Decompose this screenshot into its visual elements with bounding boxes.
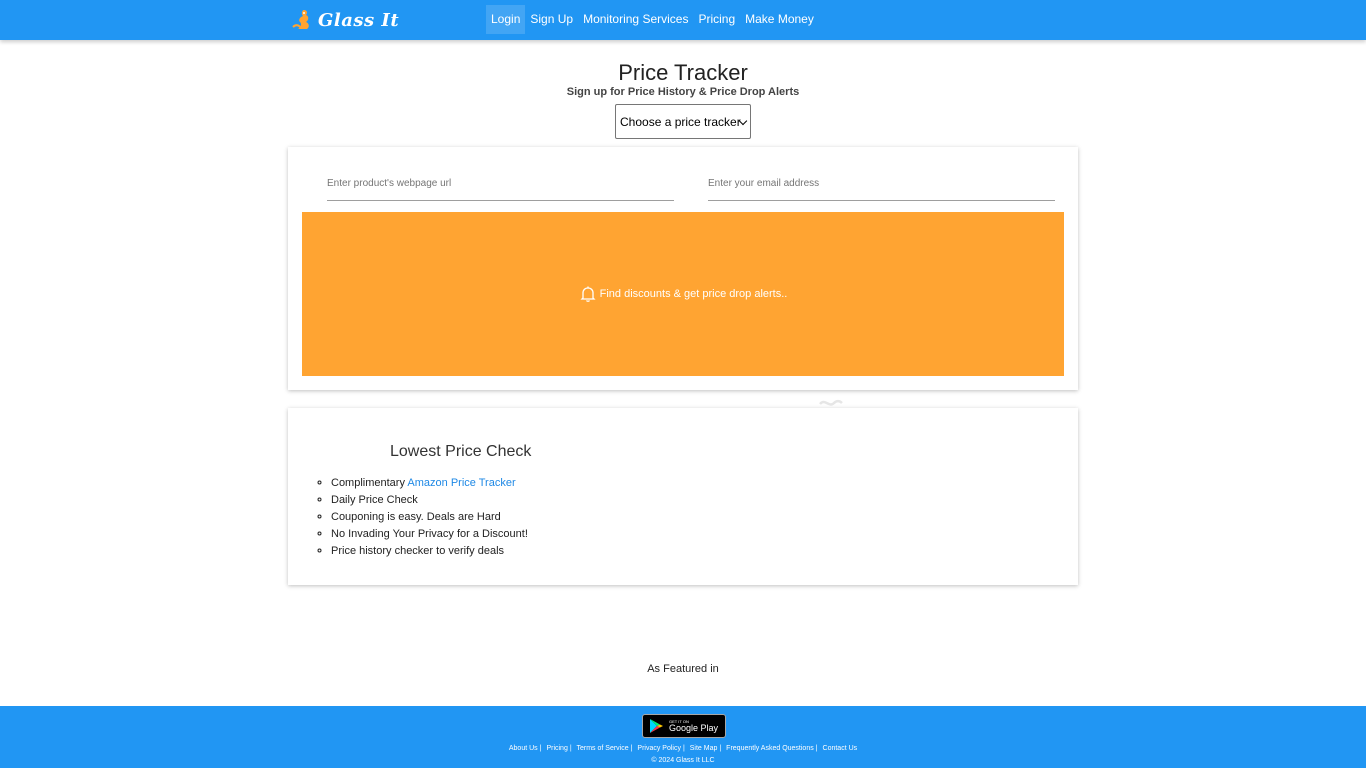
badge-big-text: Google Play [669, 722, 719, 733]
email-placeholder: Enter your email address [708, 178, 820, 189]
find-discounts-label: Find discounts & get price drop alerts.. [599, 288, 788, 300]
feature-item: Couponing is easy. Deals are Hard [331, 509, 528, 526]
nav-login[interactable]: Login [486, 5, 526, 34]
nav-menu: Login Sign Up Monitoring Services Pricin… [486, 5, 819, 34]
footer-separator: | [539, 745, 542, 752]
feature-item-prefix: Complimentary [331, 477, 408, 489]
feature-list: Complimentary Amazon Price Tracker Daily… [331, 475, 528, 560]
feature-item: Price history checker to verify deals [331, 543, 528, 560]
footer-separator: | [682, 745, 685, 752]
feature-item: Daily Price Check [331, 492, 528, 509]
footer-link-privacy[interactable]: Privacy Policy [637, 745, 681, 752]
footer-separator: | [569, 745, 572, 752]
genie-icon [292, 10, 309, 29]
email-input[interactable]: Enter your email address [708, 173, 1055, 201]
amazon-price-tracker-link[interactable]: Amazon Price Tracker [407, 477, 515, 489]
footer-link-pricing[interactable]: Pricing [546, 745, 567, 752]
nav-pricing[interactable]: Pricing [693, 5, 740, 34]
url-placeholder: Enter product's webpage url [327, 178, 452, 189]
page-subtitle: Sign up for Price History & Price Drop A… [566, 86, 800, 98]
footer-link-terms[interactable]: Terms of Service [577, 745, 629, 752]
footer: GET IT ON Google Play About Us | Pricing |… [0, 706, 1366, 768]
top-navbar: Glass It Login Sign Up Monitoring Servic… [0, 0, 1366, 40]
select-value: Choose a price tracker [620, 114, 741, 129]
brand-name: Glass It [318, 9, 400, 31]
nav-sign-up[interactable]: Sign Up [525, 5, 578, 34]
copyright: © 2024 Glass It LLC [651, 757, 715, 764]
product-url-input[interactable]: Enter product's webpage url [327, 173, 674, 201]
footer-link-about-us[interactable]: About Us [509, 745, 538, 752]
footer-separator: | [815, 745, 818, 752]
bell-icon [580, 286, 596, 302]
footer-separator: | [719, 745, 722, 752]
google-play-icon [650, 719, 663, 733]
featured-in-label: As Featured in [647, 663, 719, 675]
find-discounts-button[interactable]: Find discounts & get price drop alerts.. [302, 212, 1064, 376]
google-play-badge[interactable]: GET IT ON Google Play [642, 714, 726, 738]
price-tracker-select[interactable]: Choose a price tracker [615, 104, 751, 139]
feature-item: No Invading Your Privacy for a Discount! [331, 526, 528, 543]
footer-links: About Us | Pricing | Terms of Service | Pri… [0, 745, 1366, 752]
tracker-form-card: Enter product's webpage url Enter your e… [288, 147, 1078, 390]
page-title: Price Tracker [618, 60, 748, 85]
feature-item: Complimentary Amazon Price Tracker [331, 475, 528, 492]
nav-monitoring-services[interactable]: Monitoring Services [578, 5, 693, 34]
footer-link-contact-us[interactable]: Contact Us [823, 745, 858, 752]
brand-logo[interactable]: Glass It [290, 6, 399, 34]
footer-link-site-map[interactable]: Site Map [690, 745, 718, 752]
nav-make-money[interactable]: Make Money [740, 5, 819, 34]
lowest-price-heading: Lowest Price Check [390, 443, 532, 460]
footer-separator: | [630, 745, 633, 752]
footer-link-faq[interactable]: Frequently Asked Questions [726, 745, 814, 752]
lowest-price-card: Lowest Price Check Complimentary Amazon … [288, 408, 1078, 585]
